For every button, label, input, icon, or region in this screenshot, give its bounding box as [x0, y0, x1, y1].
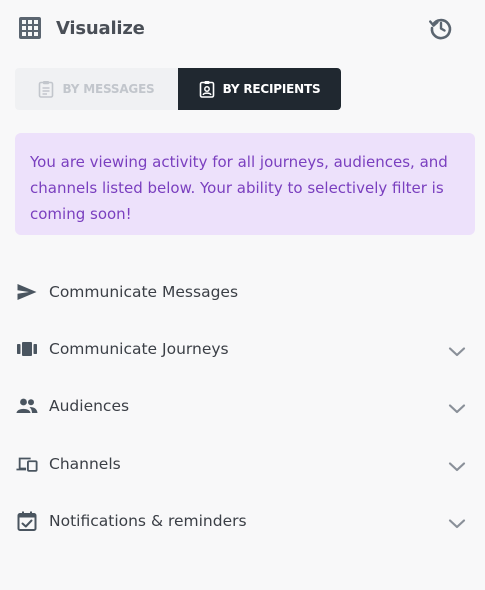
- chevron-down-icon[interactable]: [447, 457, 467, 477]
- visualize-panel: Visualize BY MESSAGES BY RECIPIENTS You …: [0, 0, 485, 590]
- menu-item-label: Channels: [49, 454, 121, 473]
- by-messages-tab[interactable]: BY MESSAGES: [15, 68, 178, 110]
- carousel-icon: [16, 338, 38, 360]
- menu-item-communicate-messages[interactable]: Communicate Messages: [0, 263, 485, 320]
- menu-item-label: Communicate Journeys: [49, 340, 229, 359]
- menu-item-label: Notifications & reminders: [49, 512, 247, 531]
- chevron-down-icon[interactable]: [447, 342, 467, 362]
- menu-item-label: Audiences: [49, 397, 130, 416]
- menu-item-label: Communicate Messages: [49, 282, 239, 301]
- history-icon[interactable]: [427, 14, 455, 42]
- panel-header: Visualize: [16, 12, 469, 44]
- visualize-menu: Communicate Messages Communicate Journey…: [0, 263, 485, 550]
- menu-item-notifications-reminders[interactable]: Notifications & reminders: [0, 493, 485, 550]
- menu-item-communicate-journeys[interactable]: Communicate Journeys: [0, 320, 485, 377]
- menu-item-channels[interactable]: Channels: [0, 435, 485, 492]
- clipboard-icon: [38, 80, 54, 98]
- info-notice: You are viewing activity for all journey…: [15, 133, 475, 235]
- by-messages-label: BY MESSAGES: [62, 82, 155, 96]
- by-recipients-tab[interactable]: BY RECIPIENTS: [178, 68, 341, 110]
- people-icon: [16, 395, 38, 417]
- calendar-check-icon: [16, 510, 38, 532]
- page-title: Visualize: [56, 17, 145, 39]
- grid-table-icon: [16, 14, 44, 42]
- send-icon: [16, 281, 38, 303]
- menu-item-audiences[interactable]: Audiences: [0, 378, 485, 435]
- chevron-down-icon[interactable]: [447, 514, 467, 534]
- devices-icon: [16, 453, 38, 475]
- contact-badge-icon: [199, 80, 215, 98]
- chevron-down-icon[interactable]: [447, 399, 467, 419]
- by-recipients-label: BY RECIPIENTS: [222, 82, 321, 96]
- view-toggle: BY MESSAGES BY RECIPIENTS: [15, 68, 341, 110]
